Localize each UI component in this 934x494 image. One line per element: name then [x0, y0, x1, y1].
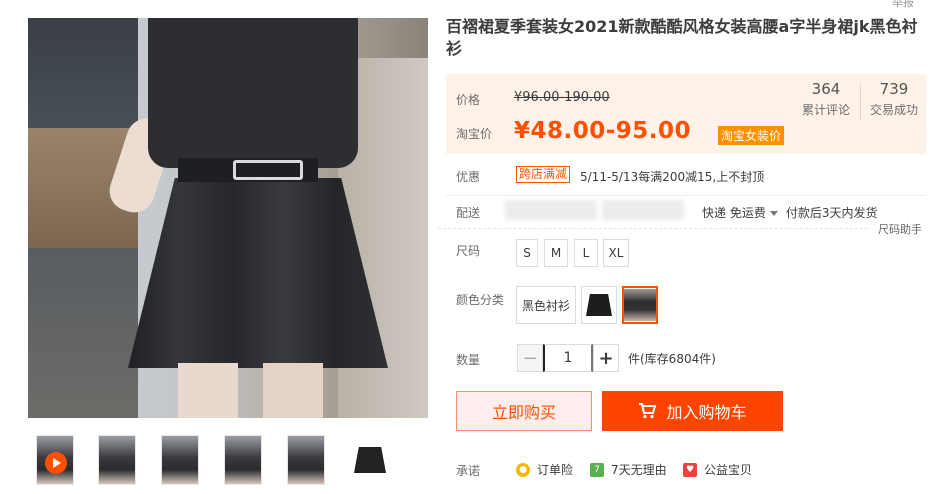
order-insurance-icon: ● [516, 462, 530, 477]
stat-divider [860, 84, 861, 120]
charity-icon: ♥ [683, 462, 697, 477]
ship-time: 付款后3天内发货 [785, 206, 878, 220]
promo-label: 优惠 [456, 170, 481, 184]
quantity-increase-button[interactable]: + [593, 344, 619, 372]
current-price: ¥48.00-95.00 [514, 118, 692, 144]
promise-seven-days[interactable]: 7 7天无理由 [590, 461, 667, 478]
review-count-label: 累计评论 [801, 103, 850, 117]
add-to-cart-label: 加入购物车 [666, 403, 747, 422]
delivery-label: 配送 [456, 206, 481, 220]
size-option-xl[interactable]: XL [603, 239, 629, 267]
original-price: ¥96.00-190.00 [514, 90, 610, 105]
skirt-swatch [586, 294, 612, 316]
buy-now-button[interactable]: 立即购买 [456, 391, 592, 431]
price-tag-badge: 淘宝女装价 [718, 126, 785, 145]
review-count-value: 364 [811, 80, 841, 98]
play-icon[interactable] [45, 452, 67, 474]
size-label: 尺码 [456, 244, 481, 258]
stock-text: 件(库存6804件) [628, 352, 716, 366]
seven-days-icon: 7 [590, 462, 604, 477]
add-to-cart-button[interactable]: 加入购物车 [602, 391, 783, 431]
skirt-thumbnail-graphic [354, 447, 386, 473]
promise-text: 公益宝贝 [704, 463, 753, 477]
review-count[interactable]: 364 累计评论 [798, 80, 854, 118]
color-label: 颜色分类 [456, 293, 505, 307]
image-shirt [148, 18, 358, 168]
set-swatch [624, 289, 656, 321]
sales-count-value: 739 [879, 80, 909, 98]
promise-charity[interactable]: ♥ 公益宝贝 [683, 461, 752, 478]
quantity-decrease-button[interactable]: − [517, 344, 543, 372]
product-title: 百褶裙夏季套装女2021新款酷酷风格女装高腰a字半身裙jk黑色衬衫 [446, 17, 918, 58]
color-option-set[interactable] [622, 286, 658, 324]
color-option-black-shirt[interactable]: 黑色衬衫 [516, 286, 576, 324]
promise-label: 承诺 [456, 464, 481, 478]
quantity-label: 数量 [456, 353, 481, 367]
blurred-origin [505, 200, 597, 220]
size-helper-link[interactable]: 尺码助手 [438, 221, 922, 237]
thumbnail-strip [36, 435, 416, 487]
size-option-m[interactable]: M [544, 239, 568, 267]
shipping-method: 快递 免运费 [702, 206, 766, 220]
chevron-down-icon [769, 210, 778, 216]
promo-text: 5/11-5/13每满200减15,上不封顶 [580, 170, 765, 184]
image-leg [263, 363, 323, 418]
quantity-input[interactable] [543, 344, 593, 372]
cart-icon [639, 403, 657, 419]
delivery-info[interactable]: 快递 免运费 付款后3天内发货 [702, 204, 877, 221]
sales-count: 739 交易成功 [866, 80, 922, 118]
thumbnail-image[interactable] [224, 435, 262, 485]
sales-count-label: 交易成功 [869, 103, 918, 117]
divider [446, 195, 926, 196]
thumbnail-video[interactable] [36, 435, 74, 485]
price-panel: 价格 ¥96.00-190.00 淘宝价 ¥48.00-95.00 淘宝女装价 … [446, 74, 926, 154]
thumbnail-image[interactable] [98, 435, 136, 485]
promise-order-insurance[interactable]: ● 订单险 [516, 461, 573, 478]
price-label: 价格 [456, 93, 481, 107]
promise-text: 7天无理由 [611, 463, 667, 477]
promo-badge[interactable]: 跨店满减 [516, 166, 571, 183]
thumbnail-image[interactable] [161, 435, 199, 485]
thumbnail-image[interactable] [350, 435, 388, 485]
blurred-destination[interactable] [602, 200, 684, 220]
color-option-skirt[interactable] [581, 286, 617, 324]
image-leg [178, 363, 238, 418]
size-option-l[interactable]: L [574, 239, 598, 267]
image-buckle [233, 160, 303, 180]
report-link[interactable]: 举报 [892, 0, 914, 10]
thumbnail-image[interactable] [287, 435, 325, 485]
promise-text: 订单险 [537, 463, 574, 477]
size-option-s[interactable]: S [516, 239, 538, 267]
promo-price-label: 淘宝价 [456, 127, 493, 141]
main-product-image[interactable] [28, 18, 428, 418]
